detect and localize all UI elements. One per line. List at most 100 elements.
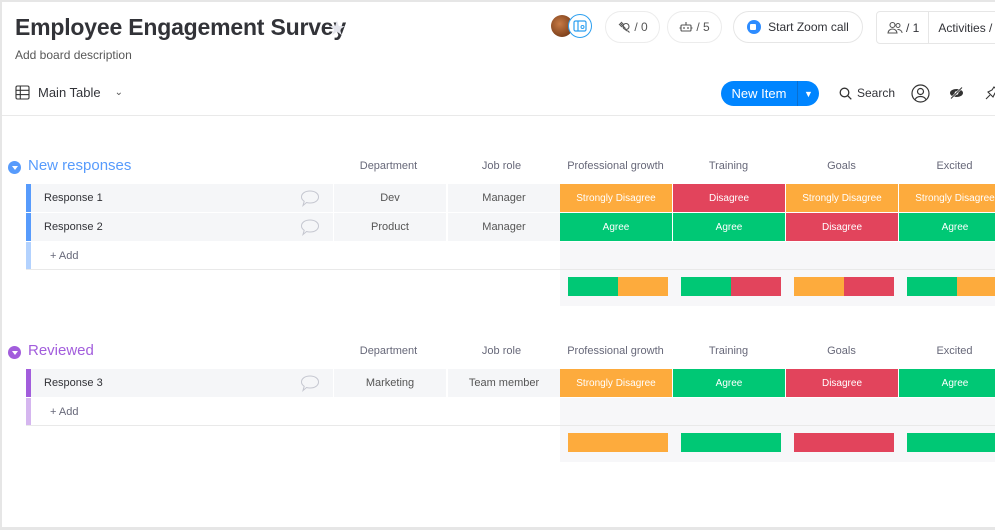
column-header-professional-growth[interactable]: Professional growth	[559, 160, 672, 172]
new-item-label: New Item	[731, 86, 787, 101]
favorite-star-icon[interactable]: ★	[328, 16, 346, 41]
status-cell-excited[interactable]: Agree	[899, 213, 995, 241]
department-cell[interactable]: Product	[333, 213, 446, 241]
column-header-excited[interactable]: Excited	[898, 345, 995, 357]
search-icon	[839, 87, 852, 100]
summary-bar-goals[interactable]	[794, 277, 894, 296]
summary-bar-professional-growth[interactable]	[568, 277, 668, 296]
group-title[interactable]: Reviewed	[28, 342, 94, 359]
row-color-bar	[26, 242, 31, 269]
summary-bar-goals[interactable]	[794, 433, 894, 452]
view-name: Main Table	[38, 85, 101, 100]
column-header-training[interactable]: Training	[672, 160, 785, 172]
person-filter-icon[interactable]	[911, 84, 930, 103]
column-header-excited[interactable]: Excited	[898, 160, 995, 172]
automations-count: / 5	[696, 20, 710, 34]
status-cell-goals[interactable]: Disagree	[786, 213, 898, 241]
add-item-label[interactable]: + Add	[50, 250, 78, 262]
status-cell-excited[interactable]: Strongly Disagree	[899, 184, 995, 212]
table-icon	[15, 85, 30, 100]
people-icon	[887, 21, 903, 34]
status-cell-professional-growth[interactable]: Strongly Disagree	[560, 184, 672, 212]
summary-segment-disagree	[794, 433, 894, 452]
new-item-dropdown-icon[interactable]: ▼	[797, 81, 819, 106]
view-selector[interactable]: Main Table ⌄	[15, 85, 123, 100]
summary-segment-agree	[907, 277, 957, 296]
group-title[interactable]: New responses	[28, 157, 131, 174]
summary-segment-strongly-disagree	[618, 277, 668, 296]
status-cell-professional-growth[interactable]: Agree	[560, 213, 672, 241]
add-item-label[interactable]: + Add	[50, 406, 78, 418]
job-role-cell[interactable]: Manager	[447, 213, 560, 241]
comment-bubble-icon[interactable]	[300, 374, 320, 392]
group-summary-row	[560, 426, 995, 462]
summary-segment-agree	[681, 433, 781, 452]
comment-bubble-icon[interactable]	[300, 218, 320, 236]
row-color-bar	[26, 398, 31, 425]
zoom-button-label: Start Zoom call	[768, 20, 849, 34]
new-item-button[interactable]: New Item ▼	[721, 81, 819, 106]
table-row[interactable]: Response 3 Marketing Team member Strongl…	[26, 369, 995, 397]
subscribers-badge[interactable]	[568, 14, 592, 38]
column-header-training[interactable]: Training	[672, 345, 785, 357]
item-name[interactable]: Response 2	[31, 213, 334, 241]
members-activities-group: / 1 Activities /	[876, 11, 995, 44]
status-cell-training[interactable]: Agree	[673, 213, 785, 241]
column-header-job-role[interactable]: Job role	[445, 160, 558, 172]
board-description[interactable]: Add board description	[15, 48, 132, 62]
department-cell[interactable]: Dev	[333, 184, 446, 212]
group-collapse-icon[interactable]	[8, 346, 21, 359]
table-row[interactable]: Response 2 Product Manager Agree Agree D…	[26, 213, 995, 241]
activities-button[interactable]: Activities /	[929, 21, 992, 35]
status-cell-excited[interactable]: Agree	[899, 369, 995, 397]
summary-segment-disagree	[731, 277, 781, 296]
summary-segment-strongly-disagree	[957, 277, 995, 296]
column-header-job-role[interactable]: Job role	[445, 345, 558, 357]
column-header-goals[interactable]: Goals	[785, 345, 898, 357]
status-cell-training[interactable]: Disagree	[673, 184, 785, 212]
status-cell-professional-growth[interactable]: Strongly Disagree	[560, 369, 672, 397]
column-header-department[interactable]: Department	[332, 160, 445, 172]
start-zoom-call-button[interactable]: Start Zoom call	[733, 11, 863, 43]
group-header: New responses Department Job role Profes…	[2, 157, 995, 177]
table-row[interactable]: Response 1 Dev Manager Strongly Disagree…	[26, 184, 995, 212]
pin-icon[interactable]	[985, 86, 995, 101]
item-name[interactable]: Response 1	[31, 184, 334, 212]
board-title[interactable]: Employee Engagement Survey	[15, 14, 346, 41]
add-row-fill	[560, 398, 995, 425]
add-item-row[interactable]: + Add	[26, 398, 995, 426]
search-button[interactable]: Search	[839, 86, 895, 100]
automations-button[interactable]: / 5	[667, 11, 722, 43]
department-cell[interactable]: Marketing	[333, 369, 446, 397]
column-header-goals[interactable]: Goals	[785, 160, 898, 172]
zoom-icon	[747, 20, 762, 34]
summary-segment-agree	[907, 433, 995, 452]
job-role-cell[interactable]: Manager	[447, 184, 560, 212]
summary-segment-agree	[681, 277, 731, 296]
hide-eye-icon[interactable]	[949, 86, 964, 100]
chevron-down-icon[interactable]: ⌄	[115, 87, 123, 98]
summary-segment-strongly-disagree	[794, 277, 844, 296]
status-cell-training[interactable]: Agree	[673, 369, 785, 397]
column-header-professional-growth[interactable]: Professional growth	[559, 345, 672, 357]
column-header-department[interactable]: Department	[332, 345, 445, 357]
group-summary-row	[560, 270, 995, 306]
members-button[interactable]: / 1	[877, 12, 930, 43]
plug-icon	[618, 21, 631, 33]
robot-icon	[679, 22, 693, 32]
add-item-row[interactable]: + Add	[26, 242, 995, 270]
group-collapse-icon[interactable]	[8, 161, 21, 174]
job-role-cell[interactable]: Team member	[447, 369, 560, 397]
item-name[interactable]: Response 3	[31, 369, 334, 397]
summary-bar-professional-growth[interactable]	[568, 433, 668, 452]
search-label: Search	[857, 86, 896, 100]
comment-bubble-icon[interactable]	[300, 189, 320, 207]
summary-bar-training[interactable]	[681, 277, 781, 296]
summary-bar-excited[interactable]	[907, 433, 995, 452]
status-cell-goals[interactable]: Disagree	[786, 369, 898, 397]
summary-bar-excited[interactable]	[907, 277, 995, 296]
status-cell-goals[interactable]: Strongly Disagree	[786, 184, 898, 212]
integrations-button[interactable]: / 0	[605, 11, 660, 43]
summary-bar-training[interactable]	[681, 433, 781, 452]
summary-segment-disagree	[844, 277, 894, 296]
